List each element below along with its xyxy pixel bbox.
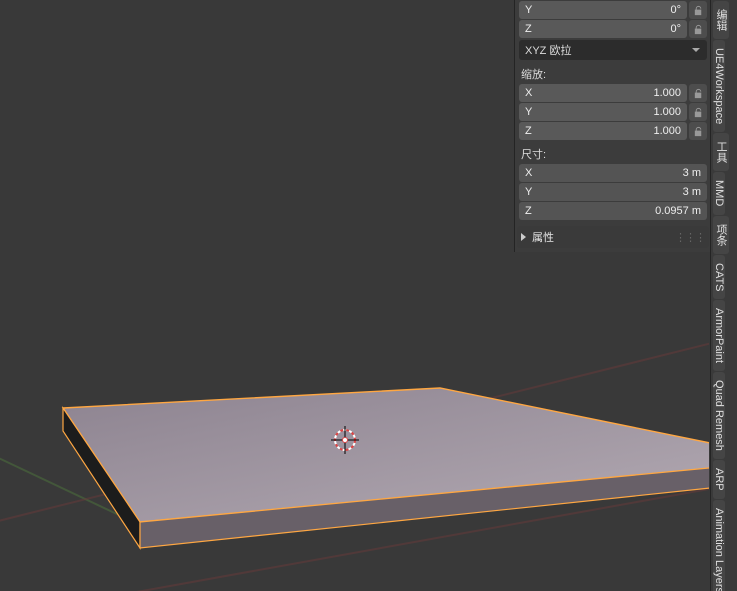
- scale-y-lock[interactable]: [689, 103, 707, 121]
- side-tab-mmd[interactable]: MMD: [713, 172, 725, 214]
- axis-label: Z: [525, 23, 539, 35]
- side-tab-ue4workspace[interactable]: UE4Workspace: [713, 40, 725, 132]
- rotation-y-lock[interactable]: [689, 1, 707, 19]
- rotation-mode-select[interactable]: XYZ 欧拉: [519, 40, 707, 60]
- scale-x-lock[interactable]: [689, 84, 707, 102]
- side-tab-edit[interactable]: 编辑: [713, 1, 729, 39]
- dim-x-value: 3 m: [683, 167, 701, 179]
- axis-label: Y: [525, 186, 539, 198]
- axis-label: Z: [525, 125, 539, 137]
- axis-label: X: [525, 167, 539, 179]
- properties-panel-header[interactable]: 属性 ⋮⋮⋮: [517, 226, 709, 248]
- axis-label: X: [525, 87, 539, 99]
- dim-y-field[interactable]: Y 3 m: [519, 183, 707, 201]
- dim-z-field[interactable]: Z 0.0957 m: [519, 202, 707, 220]
- scale-x-field[interactable]: X 1.000: [519, 84, 687, 102]
- side-tab-quadremesh[interactable]: Quad Remesh: [713, 372, 725, 459]
- rotation-y-value: 0°: [670, 4, 681, 16]
- chevron-down-icon: [691, 45, 701, 55]
- axis-label: Z: [525, 205, 539, 217]
- dim-z-value: 0.0957 m: [655, 205, 701, 217]
- dim-y-value: 3 m: [683, 186, 701, 198]
- scale-y-value: 1.000: [653, 106, 681, 118]
- properties-panel-title: 属性: [532, 229, 554, 245]
- axis-label: Y: [525, 106, 539, 118]
- rotation-z-value: 0°: [670, 23, 681, 35]
- axis-label: Y: [525, 4, 539, 16]
- side-tab-tools[interactable]: 工具: [713, 133, 729, 171]
- grip-icon: ⋮⋮⋮: [675, 231, 705, 244]
- side-tabs: 编辑 UE4Workspace 工具 MMD 项条 CATS ArmorPain…: [710, 0, 737, 591]
- rotation-z-lock[interactable]: [689, 20, 707, 38]
- scale-section-label: 缩放:: [521, 66, 705, 82]
- rotation-z-field[interactable]: Z 0°: [519, 20, 687, 38]
- scale-z-field[interactable]: Z 1.000: [519, 122, 687, 140]
- scale-x-value: 1.000: [653, 87, 681, 99]
- scale-z-value: 1.000: [653, 125, 681, 137]
- scale-z-lock[interactable]: [689, 122, 707, 140]
- triangle-right-icon: [521, 233, 526, 241]
- side-tab-arp[interactable]: ARP: [713, 460, 725, 499]
- dimensions-section-label: 尺寸:: [521, 146, 705, 162]
- side-tab-armorpaint[interactable]: ArmorPaint: [713, 300, 725, 371]
- side-tab-animationlayers[interactable]: Animation Layers: [713, 500, 725, 591]
- dim-x-field[interactable]: X 3 m: [519, 164, 707, 182]
- n-panel: Y 0° Z 0° XYZ 欧拉 缩放: X 1.00: [514, 0, 711, 252]
- rotation-y-field[interactable]: Y 0°: [519, 1, 687, 19]
- scale-y-field[interactable]: Y 1.000: [519, 103, 687, 121]
- side-tab-cats[interactable]: CATS: [713, 255, 725, 300]
- rotation-mode-label: XYZ 欧拉: [525, 42, 571, 58]
- side-tab-item[interactable]: 项条: [713, 216, 729, 254]
